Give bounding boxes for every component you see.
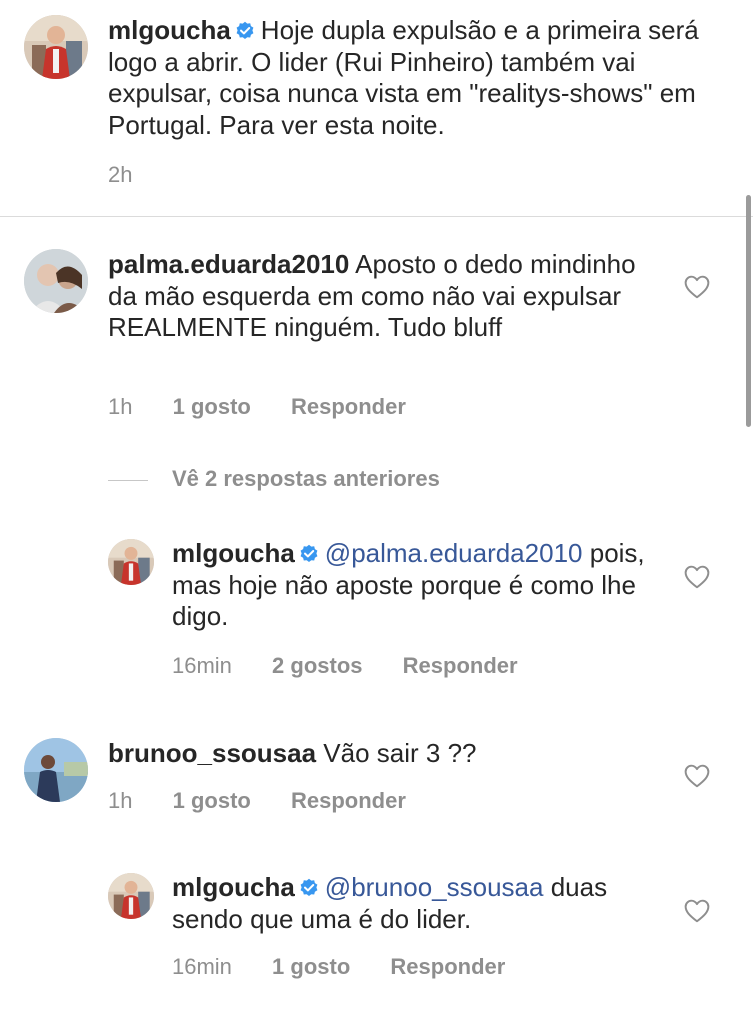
like-heart-icon[interactable] — [684, 565, 710, 589]
replies-divider-line — [108, 480, 148, 481]
comment-timestamp: 1h — [108, 788, 133, 813]
verified-icon — [235, 21, 255, 41]
comment-text-block: palma.eduarda2010 Aposto o dedo mindinho… — [108, 249, 668, 344]
verified-icon — [299, 544, 319, 564]
comment-username[interactable]: brunoo_ssousaa — [108, 738, 316, 768]
like-heart-icon[interactable] — [684, 764, 710, 788]
caption-timestamp: 2h — [108, 162, 133, 187]
comment-meta: 1h 1 gosto Responder — [108, 788, 406, 814]
reply-username[interactable]: mlgoucha — [172, 538, 295, 568]
likes-count-button[interactable]: 1 gosto — [272, 954, 350, 980]
reply-text-block: mlgoucha @palma.eduarda2010 pois, mas hoj… — [172, 538, 672, 633]
reply-timestamp: 16min — [172, 653, 232, 678]
likes-count-button[interactable]: 1 gosto — [173, 394, 251, 420]
avatar-image — [24, 15, 88, 79]
avatar[interactable] — [24, 249, 88, 313]
reply-meta: 16min 1 gosto Responder — [172, 954, 505, 980]
reply-button[interactable]: Responder — [390, 954, 505, 980]
avatar-image — [24, 249, 88, 313]
comment-meta: 1h 1 gosto Responder — [108, 394, 406, 420]
reply-timestamp: 16min — [172, 954, 232, 979]
reply-username[interactable]: mlgoucha — [172, 872, 295, 902]
like-heart-icon[interactable] — [684, 899, 710, 923]
caption-text-block: mlgoucha Hoje dupla expulsão e a primeira… — [108, 15, 723, 141]
avatar[interactable] — [108, 539, 154, 585]
likes-count-button[interactable]: 1 gosto — [173, 788, 251, 814]
divider — [0, 216, 753, 217]
comment-text-block: brunoo_ssousaa Vão sair 3 ?? — [108, 738, 668, 770]
reply-button[interactable]: Responder — [291, 788, 406, 814]
avatar-image — [108, 539, 154, 585]
reply-button[interactable]: Responder — [403, 653, 518, 679]
avatar[interactable] — [24, 738, 88, 802]
likes-count-button[interactable]: 2 gostos — [272, 653, 362, 679]
avatar[interactable] — [24, 15, 88, 79]
avatar-image — [108, 873, 154, 919]
like-heart-icon[interactable] — [684, 275, 710, 299]
reply-meta: 16min 2 gostos Responder — [172, 653, 518, 679]
caption-meta: 2h — [108, 162, 166, 188]
verified-icon — [299, 878, 319, 898]
avatar-image — [24, 738, 88, 802]
mention-link[interactable]: @palma.eduarda2010 — [325, 538, 583, 568]
comment-text: Vão sair 3 ?? — [323, 738, 477, 768]
reply-text-block: mlgoucha @brunoo_ssousaa duas sendo que u… — [172, 872, 672, 935]
comment-username[interactable]: palma.eduarda2010 — [108, 249, 349, 279]
scrollbar[interactable] — [746, 195, 751, 427]
comment-timestamp: 1h — [108, 394, 133, 419]
caption-username[interactable]: mlgoucha — [108, 15, 231, 45]
mention-link[interactable]: @brunoo_ssousaa — [325, 872, 544, 902]
view-previous-replies-button[interactable]: Vê 2 respostas anteriores — [172, 466, 440, 492]
reply-button[interactable]: Responder — [291, 394, 406, 420]
avatar[interactable] — [108, 873, 154, 919]
